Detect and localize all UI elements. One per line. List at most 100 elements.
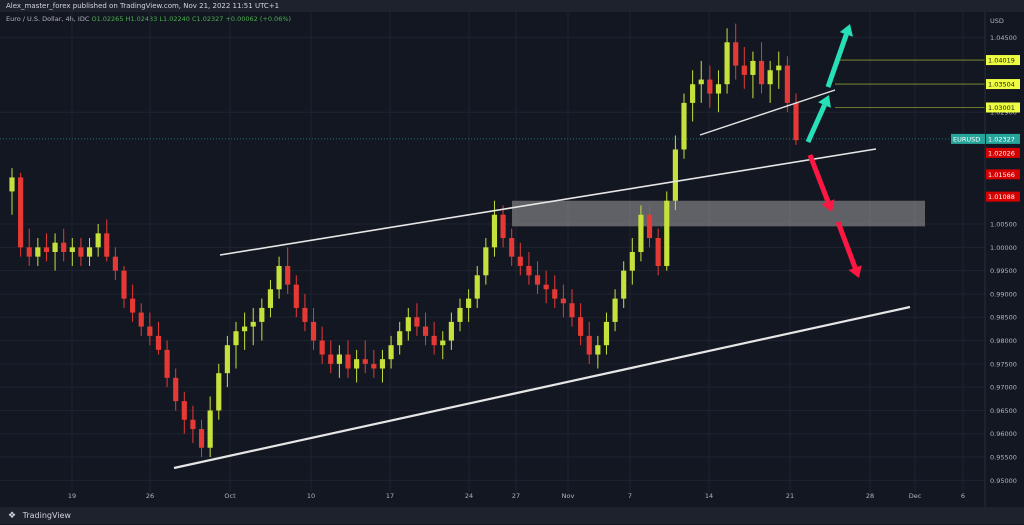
level-badge-label: 1.01566 [988, 171, 1015, 179]
candle-body [405, 317, 411, 332]
candle-body [61, 242, 67, 252]
level-badge-label: 1.03504 [988, 81, 1015, 89]
candle-body [466, 298, 472, 308]
y-tick-label: 0.99500 [990, 267, 1017, 275]
candle-body [397, 331, 403, 346]
candle-body [586, 335, 592, 355]
candle-body [9, 177, 15, 192]
candle-body [18, 177, 24, 248]
candle-body [164, 349, 170, 378]
candle-body [362, 359, 368, 364]
candle-body [483, 247, 489, 276]
candle-body [121, 270, 127, 299]
candle-body [328, 354, 334, 364]
candles [9, 23, 799, 458]
candle-body [552, 289, 558, 299]
chart-area[interactable]: USD1.045001.029001.005001.000000.995000.… [0, 12, 1024, 507]
candle-body [181, 401, 187, 420]
level-badge-label: 1.03001 [988, 104, 1015, 112]
tv-logo-icon[interactable]: ❖ [8, 508, 16, 525]
candle-body [26, 247, 32, 257]
y-tick-label: 0.96000 [990, 430, 1017, 438]
y-tick-label: 0.99000 [990, 290, 1017, 298]
candle-body [715, 84, 722, 94]
last-price-label: 1.02327 [988, 135, 1015, 143]
candle-body [758, 60, 765, 85]
candle-body [664, 200, 670, 266]
candle-body [354, 359, 360, 369]
candle-body [379, 359, 386, 369]
support-zone-layer [512, 200, 925, 227]
candle-body [242, 326, 248, 332]
candle-body [130, 298, 136, 313]
level-badge-label: 1.02026 [988, 149, 1015, 157]
price-axis[interactable]: USD1.045001.029001.005001.000000.995000.… [951, 12, 1024, 507]
candle-body [767, 70, 773, 85]
candle-body [698, 79, 704, 85]
candle-body [52, 242, 58, 252]
candle-body [750, 60, 756, 75]
candle-body [259, 307, 265, 322]
candle-body [560, 298, 566, 304]
candle-body [440, 340, 446, 346]
candle-body [345, 354, 351, 369]
candle-body [629, 252, 635, 271]
candle-body [569, 303, 575, 318]
time-axis[interactable]: 19 26 Oct 10 17 24 27 Nov 7 14 21 28 Dec 6 [68, 492, 965, 500]
y-tick-label: 0.98500 [990, 314, 1017, 322]
candle-body [690, 84, 696, 103]
candle-body [784, 65, 790, 103]
candle-body [276, 265, 282, 290]
candle-body [285, 265, 291, 285]
candle-body [95, 233, 101, 248]
candle-body [224, 345, 230, 374]
candle-body [336, 354, 342, 364]
candle-body [86, 247, 93, 257]
brand-name[interactable]: TradingView [23, 511, 71, 520]
x-tick-label: 6 [961, 492, 965, 500]
candle-body [293, 284, 299, 308]
arrow-up-icon [825, 24, 853, 88]
candle-body [371, 363, 377, 369]
price-level-lines [0, 59, 985, 140]
candle-body [43, 247, 50, 252]
candle-body [603, 321, 610, 346]
candle-body [474, 275, 480, 299]
level-badge-label: 1.04019 [988, 57, 1015, 65]
y-tick-label: 1.04500 [990, 34, 1017, 42]
x-tick-label: 10 [307, 492, 315, 500]
ticker-badge-label: EURUSD [953, 135, 980, 143]
x-tick-label: 17 [386, 492, 394, 500]
candle-body [207, 410, 213, 448]
x-tick-label: 28 [866, 492, 874, 500]
candle-body [543, 284, 549, 290]
candle-body [612, 298, 618, 322]
x-tick-label: 24 [465, 492, 473, 500]
level-badge-label: 1.01088 [988, 193, 1015, 201]
candle-body [155, 335, 162, 350]
candle-body [776, 65, 782, 71]
candle-body [414, 317, 420, 327]
publisher-line: Alex_master_forex published on TradingVi… [6, 2, 280, 10]
candle-body [233, 331, 239, 346]
arrow-down-icon [835, 221, 862, 278]
drawings [173, 24, 911, 470]
candle-body [681, 102, 687, 150]
candle-body [517, 256, 523, 266]
candle-body [655, 238, 661, 266]
y-tick-label: 0.95000 [990, 477, 1017, 485]
y-tick-label: 0.97000 [990, 384, 1017, 392]
publisher-header: Alex_master_forex published on TradingVi… [0, 0, 1024, 12]
currency-label: USD [990, 17, 1004, 25]
y-tick-label: 0.95500 [990, 454, 1017, 462]
x-tick-label: Dec [909, 492, 922, 500]
candle-body [138, 312, 144, 327]
arrow-shaft [805, 104, 827, 144]
x-tick-label: 27 [512, 492, 520, 500]
candle-body [448, 321, 454, 341]
x-tick-label: 19 [68, 492, 76, 500]
candle-body [147, 326, 153, 336]
candle-body [500, 214, 506, 239]
y-tick-label: 0.97500 [990, 360, 1017, 368]
y-tick-label: 1.00000 [990, 244, 1017, 252]
